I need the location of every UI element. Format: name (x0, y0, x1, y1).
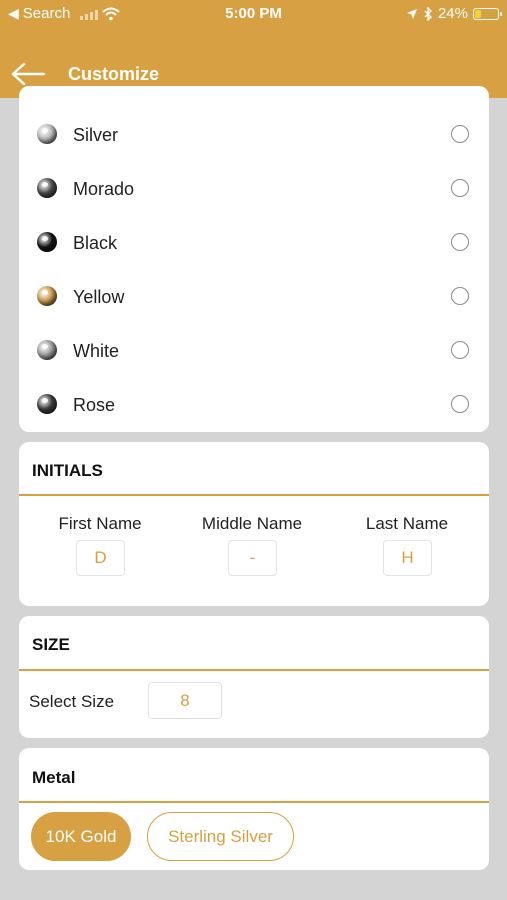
radio-button[interactable] (451, 341, 469, 359)
color-swatch-icon (37, 394, 57, 414)
bluetooth-icon (424, 6, 432, 21)
section-divider (19, 669, 489, 671)
metal-title: Metal (32, 768, 76, 787)
color-label: Silver (73, 125, 119, 145)
first-initial-field[interactable]: D (76, 540, 125, 576)
page-title: Customize (68, 64, 160, 84)
radio-button[interactable] (451, 179, 469, 197)
select-size-label: Select Size (29, 692, 115, 711)
color-option-yellow[interactable]: Yellow (19, 271, 489, 325)
status-bar: ◀ Search 5:00 PM 24% (0, 0, 507, 28)
app-header: ◀ Search 5:00 PM 24% Customize (0, 0, 507, 98)
color-options-card: Silver Morado Black Yellow White Rose (19, 86, 489, 432)
metal-option-10k-gold[interactable]: 10K Gold (31, 812, 131, 861)
color-option-rose[interactable]: Rose (19, 379, 489, 433)
color-label: Yellow (73, 287, 125, 307)
color-option-silver[interactable]: Silver (19, 109, 489, 163)
initials-title: INITIALS (32, 461, 103, 480)
size-title: SIZE (32, 635, 70, 654)
battery-percent: 24% (437, 5, 468, 22)
color-swatch-icon (37, 124, 57, 144)
color-swatch-icon (37, 286, 57, 306)
back-arrow-icon[interactable] (10, 62, 46, 86)
color-label: White (73, 341, 120, 361)
color-option-white[interactable]: White (19, 325, 489, 379)
initials-card: INITIALS First Name D Middle Name - Last… (19, 442, 489, 606)
radio-button[interactable] (451, 125, 469, 143)
size-field[interactable]: 8 (148, 682, 222, 719)
status-right: 24% (406, 5, 502, 22)
section-divider (19, 494, 489, 496)
location-arrow-icon (406, 8, 417, 19)
color-label: Rose (73, 395, 116, 415)
middle-initial-field[interactable]: - (228, 540, 277, 576)
color-label: Morado (73, 179, 135, 199)
color-swatch-icon (37, 340, 57, 360)
metal-card: Metal 10K Gold Sterling Silver (19, 748, 489, 870)
metal-option-sterling-silver[interactable]: Sterling Silver (147, 812, 294, 861)
section-divider (19, 801, 489, 803)
radio-button[interactable] (451, 233, 469, 251)
last-initial-field[interactable]: H (383, 540, 432, 576)
color-label: Black (73, 233, 118, 253)
color-option-black[interactable]: Black (19, 217, 489, 271)
color-swatch-icon (37, 232, 57, 252)
size-card: SIZE Select Size 8 (19, 616, 489, 738)
radio-button[interactable] (451, 287, 469, 305)
last-name-label: Last Name (365, 514, 449, 533)
color-option-morado[interactable]: Morado (19, 163, 489, 217)
color-swatch-icon (37, 178, 57, 198)
middle-name-label: Middle Name (201, 514, 303, 533)
battery-icon (473, 7, 502, 20)
radio-button[interactable] (451, 395, 469, 413)
first-name-label: First Name (58, 514, 142, 533)
